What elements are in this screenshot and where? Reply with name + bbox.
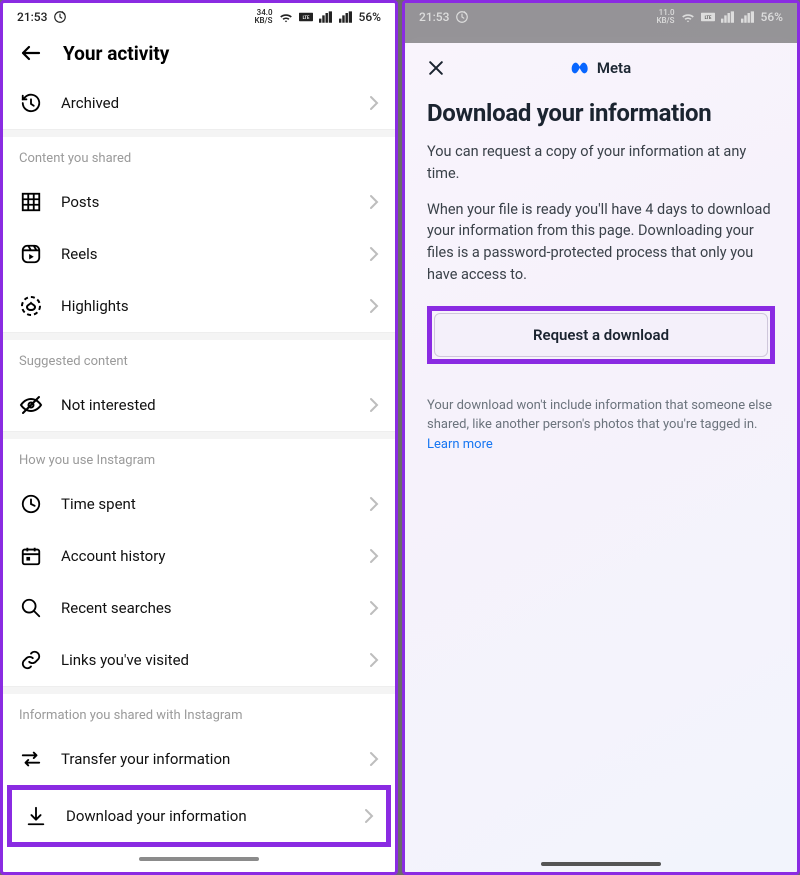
reels-icon [19,242,43,266]
section-header-usage: How you use Instagram [3,439,395,478]
battery-text: 56% [359,10,381,24]
item-posts[interactable]: Posts [3,176,395,228]
eye-off-icon [19,393,43,417]
item-label: Reels [61,245,351,263]
chevron-right-icon [369,246,379,262]
back-icon[interactable] [19,41,43,65]
chevron-right-icon [369,548,379,564]
sheet-para-1: You can request a copy of your informati… [405,137,797,195]
calendar-icon [19,544,43,568]
signal-icon-2 [339,10,353,24]
download-icon [24,804,48,828]
request-download-button[interactable]: Request a download [434,313,768,357]
item-download-info[interactable]: Download your information [12,790,386,842]
svg-text:LTE: LTE [704,16,711,21]
signal-icon-2 [741,10,755,24]
net-speed: 34.0KB/S [254,9,272,25]
section-divider [3,129,395,137]
alarm-icon [53,10,67,24]
search-icon [19,596,43,620]
item-account-history[interactable]: Account history [3,530,395,582]
section-header-info: Information you shared with Instagram [3,694,395,733]
highlights-icon [19,294,43,318]
section-header-content: Content you shared [3,137,395,176]
sheet-footnote: Your download won't include information … [405,372,797,455]
item-label: Archived [61,94,351,112]
highlighted-request-button: Request a download [427,306,775,364]
status-time: 21:53 [419,10,449,24]
right-screenshot: 21:53 11.0KB/S LTE 56% Meta [402,0,800,875]
chevron-right-icon [369,397,379,413]
section-header-suggested: Suggested content [3,340,395,379]
chevron-right-icon [369,194,379,210]
status-bar: 21:53 34.0KB/S LTE 56% [3,3,395,29]
item-links-visited[interactable]: Links you've visited [3,634,395,686]
battery-text: 56% [761,10,783,24]
item-recent-searches[interactable]: Recent searches [3,582,395,634]
chevron-right-icon [369,95,379,111]
signal-icon [319,10,333,24]
item-label: Account history [61,547,351,565]
chevron-right-icon [369,600,379,616]
item-label: Posts [61,193,351,211]
section-divider [3,332,395,340]
clock-icon [19,492,43,516]
highlighted-download-item: Download your information [7,785,391,847]
meta-logo: Meta [449,59,753,77]
page-title: Your activity [63,42,169,65]
status-time: 21:53 [17,10,47,24]
page-header: Your activity [3,29,395,77]
item-highlights[interactable]: Highlights [3,280,395,332]
item-label: Recent searches [61,599,351,617]
nav-handle[interactable] [139,857,259,861]
chevron-right-icon [369,751,379,767]
item-transfer-info[interactable]: Transfer your information [3,733,395,785]
chevron-right-icon [369,652,379,668]
chevron-right-icon [364,808,374,824]
volte-icon: LTE [701,10,715,24]
signal-icon [721,10,735,24]
volte-icon: LTE [299,10,313,24]
wifi-icon [279,10,293,24]
link-icon [19,648,43,672]
section-divider [3,431,395,439]
learn-more-link[interactable]: Learn more [427,437,493,452]
svg-text:LTE: LTE [302,16,309,21]
status-bar: 21:53 11.0KB/S LTE 56% [405,3,797,29]
grid-icon [19,190,43,214]
sheet-title: Download your information [405,91,797,137]
left-screenshot: 21:53 34.0KB/S LTE 56% Your activity [0,0,398,875]
item-label: Time spent [61,495,351,513]
item-time-spent[interactable]: Time spent [3,478,395,530]
alarm-icon [455,10,469,24]
item-label: Not interested [61,396,351,414]
wifi-icon [681,10,695,24]
chevron-right-icon [369,496,379,512]
sheet-para-2: When your file is ready you'll have 4 da… [405,195,797,296]
archived-icon [19,91,43,115]
section-divider [3,686,395,694]
item-label: Download your information [66,807,346,825]
sheet-header: Meta [405,37,797,91]
item-label: Links you've visited [61,651,351,669]
net-speed: 11.0KB/S [656,9,674,25]
close-icon[interactable] [423,55,449,81]
item-archived[interactable]: Archived [3,77,395,129]
nav-handle[interactable] [541,862,661,866]
item-reels[interactable]: Reels [3,228,395,280]
item-label: Highlights [61,297,351,315]
item-not-interested[interactable]: Not interested [3,379,395,431]
chevron-right-icon [369,298,379,314]
item-label: Transfer your information [61,750,351,768]
transfer-icon [19,747,43,771]
